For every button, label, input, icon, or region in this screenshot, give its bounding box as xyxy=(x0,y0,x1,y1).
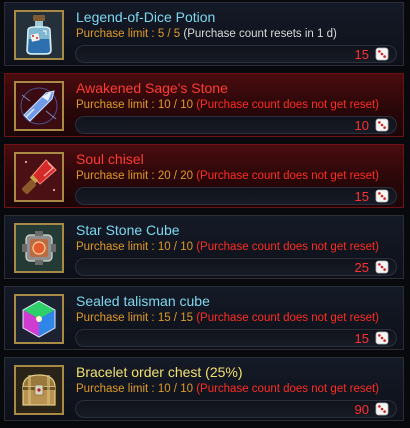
shop-item-row[interactable]: Legend-of-Dice Potion Purchase limit : 5… xyxy=(4,2,404,66)
dice-icon xyxy=(375,47,389,61)
price-bar[interactable]: 15 xyxy=(75,329,397,347)
price-bar[interactable]: 25 xyxy=(75,258,397,276)
purchase-limit-count: 10 / 10 xyxy=(157,99,193,111)
item-price: 10 xyxy=(354,118,369,133)
potion-bottle-icon xyxy=(14,10,64,60)
purchase-limit-count: 5 / 5 xyxy=(157,28,181,40)
purchase-limit-label: Purchase limit : xyxy=(76,383,158,395)
dice-icon xyxy=(375,260,389,274)
purchase-limit-label: Purchase limit : xyxy=(76,99,158,111)
item-name: Sealed talisman cube xyxy=(76,293,210,309)
purchase-limit-note: (Purchase count does not get reset) xyxy=(196,312,380,324)
dice-icon xyxy=(375,189,389,203)
item-name: Star Stone Cube xyxy=(76,222,180,238)
item-name: Awakened Sage's Stone xyxy=(76,80,228,96)
purchase-limit: Purchase limit : 10 / 10 (Purchase count… xyxy=(76,98,379,112)
purchase-limit-note: (Purchase count does not get reset) xyxy=(196,241,380,253)
purchase-limit: Purchase limit : 10 / 10 (Purchase count… xyxy=(76,382,379,396)
purchase-limit-label: Purchase limit : xyxy=(76,241,158,253)
purchase-limit-note: (Purchase count resets in 1 d) xyxy=(183,28,337,40)
shop-item-row[interactable]: Soul chisel Purchase limit : 20 / 20 (Pu… xyxy=(4,144,404,208)
dice-icon xyxy=(375,118,389,132)
purchase-limit: Purchase limit : 15 / 15 (Purchase count… xyxy=(76,311,379,325)
item-price: 90 xyxy=(354,402,369,417)
purchase-limit-count: 20 / 20 xyxy=(157,170,193,182)
shop-item-row[interactable]: Sealed talisman cube Purchase limit : 15… xyxy=(4,286,404,350)
price-bar[interactable]: 15 xyxy=(75,187,397,205)
purchase-limit-count: 10 / 10 xyxy=(157,241,193,253)
item-price: 15 xyxy=(354,189,369,204)
purchase-limit-label: Purchase limit : xyxy=(76,28,158,40)
purchase-limit-label: Purchase limit : xyxy=(76,312,158,324)
purchase-limit-count: 10 / 10 xyxy=(157,383,193,395)
price-bar[interactable]: 10 xyxy=(75,116,397,134)
dice-icon xyxy=(375,331,389,345)
item-price: 15 xyxy=(354,47,369,62)
item-price: 25 xyxy=(354,260,369,275)
item-price: 15 xyxy=(354,331,369,346)
treasure-chest-icon xyxy=(14,365,64,415)
price-bar[interactable]: 15 xyxy=(75,45,397,63)
sage-stone-icon xyxy=(14,81,64,131)
purchase-limit: Purchase limit : 5 / 5 (Purchase count r… xyxy=(76,27,337,41)
chisel-icon xyxy=(14,152,64,202)
price-bar[interactable]: 90 xyxy=(75,400,397,418)
shop-item-list: Legend-of-Dice Potion Purchase limit : 5… xyxy=(0,0,410,428)
shop-item-row[interactable]: Star Stone Cube Purchase limit : 10 / 10… xyxy=(4,215,404,279)
item-name: Legend-of-Dice Potion xyxy=(76,9,216,25)
talisman-cube-icon xyxy=(14,294,64,344)
purchase-limit-count: 15 / 15 xyxy=(157,312,193,324)
purchase-limit: Purchase limit : 10 / 10 (Purchase count… xyxy=(76,240,379,254)
item-name: Soul chisel xyxy=(76,151,144,167)
dice-icon xyxy=(375,402,389,416)
purchase-limit-label: Purchase limit : xyxy=(76,170,158,182)
purchase-limit-note: (Purchase count does not get reset) xyxy=(196,99,380,111)
purchase-limit-note: (Purchase count does not get reset) xyxy=(196,383,380,395)
shop-item-row[interactable]: Awakened Sage's Stone Purchase limit : 1… xyxy=(4,73,404,137)
star-stone-cube-icon xyxy=(14,223,64,273)
shop-item-row[interactable]: Bracelet order chest (25%) Purchase limi… xyxy=(4,357,404,421)
purchase-limit: Purchase limit : 20 / 20 (Purchase count… xyxy=(76,169,379,183)
item-name: Bracelet order chest (25%) xyxy=(76,364,243,380)
purchase-limit-note: (Purchase count does not get reset) xyxy=(196,170,380,182)
